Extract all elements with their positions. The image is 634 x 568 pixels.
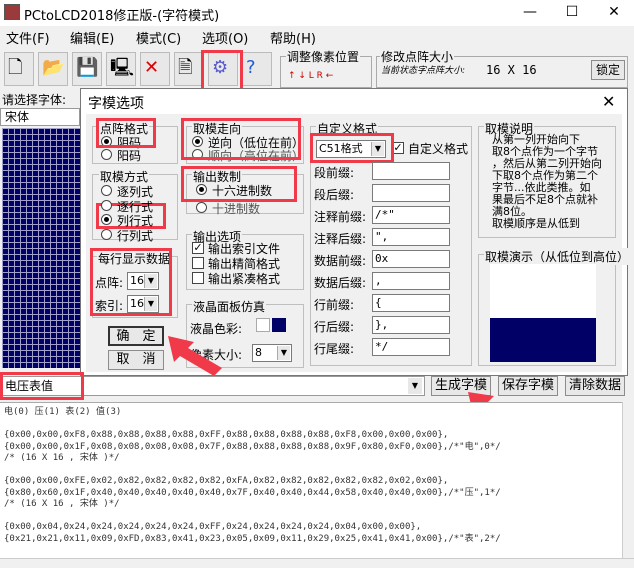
folder-icon: 📂 — [42, 57, 65, 78]
pixel-size-value: 8 — [255, 346, 262, 359]
clear-button[interactable]: 清除数据 — [565, 376, 625, 396]
output-option-checkbox[interactable] — [192, 257, 204, 269]
document-button[interactable]: 🗎 — [174, 52, 204, 86]
custom-row-input[interactable]: { — [372, 294, 450, 312]
annotation-box — [90, 248, 172, 316]
custom-row-input[interactable]: /*" — [372, 206, 450, 224]
help-button[interactable]: ? — [242, 52, 272, 86]
current-size-label: 当前状态字点阵大小: — [381, 66, 466, 76]
output-line: {0x80,0x60,0x1F,0x40,0x40,0x40,0x40,0x40… — [4, 487, 501, 498]
font-label: 请选择字体: — [2, 93, 67, 107]
input-dropdown-icon[interactable]: ▼ — [408, 378, 422, 394]
minimize-button[interactable]: — — [510, 0, 550, 26]
menu-options[interactable]: 选项(O) — [202, 28, 248, 47]
lcd-bg-swatch[interactable] — [272, 318, 286, 332]
adjust-arrows[interactable]: ↑ ↓ L R ← — [288, 68, 368, 84]
delete-button[interactable]: ✕ — [140, 52, 170, 86]
pixel-size-select[interactable]: 8 ▼ — [252, 344, 292, 362]
radio-dec-label: 十进制数 — [212, 202, 261, 216]
menu-edit[interactable]: 编辑(E) — [70, 28, 114, 47]
computer-icon: 🖳 — [110, 57, 135, 78]
custom-format-check-label: 自定义格式 — [408, 142, 469, 156]
custom-row-label: 段前缀: — [314, 166, 355, 180]
output-textarea[interactable]: 电(0) 压(1) 表(2) 值(3) {0x00,0x00,0xF8,0x88,… — [0, 402, 622, 558]
annotation-box — [96, 118, 156, 148]
output-line: /* (16 X 16 , 宋体 )*/ — [4, 499, 120, 509]
horizontal-scrollbar[interactable] — [0, 558, 634, 568]
radio-mode-4[interactable] — [101, 228, 112, 240]
current-size-value: 16 X 16 — [486, 63, 537, 77]
demo-preview — [490, 264, 596, 362]
radio-dec[interactable] — [196, 202, 207, 213]
radio-mode-2[interactable] — [101, 199, 112, 211]
save-icon: 💾 — [76, 57, 99, 78]
output-option-checkbox[interactable]: ✓ — [192, 242, 204, 254]
output-line: {0x21,0x21,0x11,0x09,0xFD,0x83,0x41,0x23… — [4, 533, 501, 544]
custom-row-label: 行尾缀: — [314, 342, 355, 356]
lcd-fg-swatch[interactable] — [256, 318, 270, 332]
close-window-button[interactable]: ✕ — [594, 0, 634, 26]
new-file-icon: 🗋 — [8, 57, 23, 78]
delete-icon: ✕ — [144, 57, 160, 78]
custom-row-label: 段后缀: — [314, 188, 355, 202]
character-preview[interactable] — [2, 128, 80, 368]
custom-row-label: 数据后缀: — [314, 276, 367, 290]
annotation-box — [181, 118, 301, 160]
output-line: {0x00,0x04,0x24,0x24,0x24,0x24,0x24,0xFF… — [4, 522, 422, 532]
arrow-annotation-ok — [168, 336, 222, 376]
radio-mode-1[interactable] — [101, 185, 112, 196]
annotation-box — [310, 133, 394, 163]
custom-row-label: 行前缀: — [314, 298, 355, 312]
output-line: {0x00,0x00,0x1F,0x08,0x08,0x08,0x08,0x7F… — [4, 441, 501, 452]
menu-mode[interactable]: 模式(C) — [136, 28, 181, 47]
cancel-button[interactable]: 取 消 — [108, 350, 164, 370]
annotation-box — [181, 166, 297, 202]
document-icon: 🗎 — [178, 57, 193, 78]
output-option-label: 输出紧凑格式 — [208, 272, 281, 286]
dialog-close-icon[interactable]: ✕ — [602, 92, 615, 111]
custom-row-input[interactable]: 0x — [372, 250, 450, 268]
dialog-title: 字模选项 — [88, 96, 144, 112]
custom-row-input[interactable]: ", — [372, 228, 450, 246]
custom-row-input[interactable]: */ — [372, 338, 450, 356]
custom-row-input[interactable]: }, — [372, 316, 450, 334]
output-line: {0x00,0x00,0xFE,0x02,0x82,0x82,0x82,0x82… — [4, 476, 449, 486]
output-option-checkbox[interactable] — [192, 272, 204, 284]
custom-row-label: 数据前缀: — [314, 254, 367, 268]
export-button[interactable]: 🖳 — [106, 52, 136, 86]
custom-row-label: 注释前缀: — [314, 210, 367, 224]
maximize-button[interactable]: ☐ — [552, 0, 592, 26]
chevron-down-icon: ▼ — [277, 346, 290, 360]
app-icon — [4, 4, 20, 20]
output-line: /* (16 X 16 , 宋体 )*/ — [4, 453, 120, 463]
new-button[interactable]: 🗋 — [4, 52, 34, 86]
adjust-pixel-label: 调整像素位置 — [286, 48, 361, 65]
save-button[interactable]: 💾 — [72, 52, 102, 86]
ok-button[interactable]: 确 定 — [108, 326, 164, 346]
custom-row-label: 行后缀: — [314, 320, 355, 334]
output-line: {0x00,0x00,0xF8,0x88,0x88,0x88,0x88,0xFF… — [4, 430, 449, 440]
menu-file[interactable]: 文件(F) — [6, 28, 50, 47]
open-button[interactable]: 📂 — [38, 52, 68, 86]
custom-row-label: 注释后缀: — [314, 232, 367, 246]
annotation-box — [0, 372, 84, 400]
menu-help[interactable]: 帮助(H) — [270, 28, 316, 47]
radio-yangma[interactable] — [101, 149, 112, 160]
custom-row-input[interactable] — [372, 184, 450, 202]
custom-row-input[interactable] — [372, 162, 450, 180]
output-line: 电(0) 压(1) 表(2) 值(3) — [4, 407, 122, 417]
font-select[interactable]: 宋体 — [0, 108, 80, 126]
help-icon: ? — [246, 57, 256, 78]
custom-row-input[interactable]: , — [372, 272, 450, 290]
lcd-sim-label: 液晶面板仿真 — [192, 298, 267, 315]
radio-yangma-label: 阳码 — [117, 149, 142, 163]
radio-mode-3[interactable] — [101, 214, 112, 225]
explain-line: 取模顺序是从低到 — [492, 217, 580, 230]
lock-button[interactable]: 锁定 — [591, 60, 625, 80]
demo-label: 取模演示（从低位到高位） — [484, 248, 631, 265]
radio-mode-label: 行列式 — [117, 228, 154, 243]
window-title: PCtoLCD2018修正版-(字符模式) — [24, 9, 220, 24]
vertical-scrollbar[interactable] — [622, 402, 634, 558]
